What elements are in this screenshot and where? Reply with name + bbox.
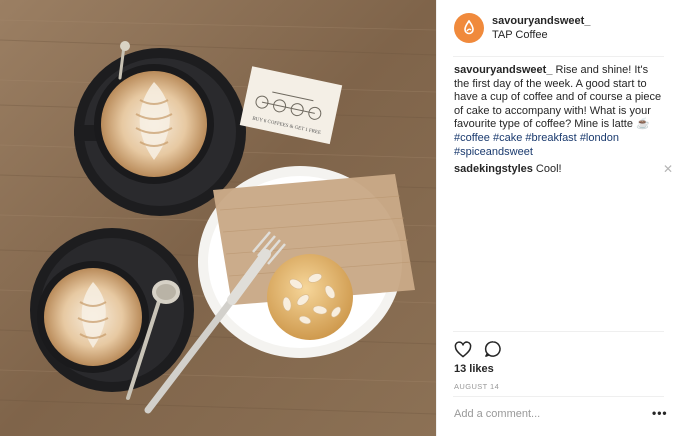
comments-section: savouryandsweet_ Rise and shine! It's th…: [454, 64, 673, 177]
hashtag-london[interactable]: #london: [580, 132, 619, 144]
hashtag-cake[interactable]: #cake: [493, 132, 522, 144]
logo-icon: [464, 20, 474, 35]
post-photo[interactable]: BUY 6 COFFEES & GET 1 FREE: [0, 0, 436, 436]
likes-count[interactable]: 13 likes: [454, 363, 494, 375]
comment-username[interactable]: sadekingstyles: [454, 163, 533, 175]
username-link[interactable]: savouryandsweet_: [492, 15, 590, 28]
post-sidebar: savouryandsweet_ TAP Coffee savouryandsw…: [436, 0, 680, 436]
avatar[interactable]: [454, 13, 484, 43]
post-date: AUGUST 14: [454, 382, 500, 391]
divider: [453, 396, 664, 397]
post-header: savouryandsweet_ TAP Coffee: [437, 0, 680, 56]
comment-icon[interactable]: [484, 340, 502, 358]
caption: savouryandsweet_ Rise and shine! It's th…: [454, 64, 664, 159]
more-options-icon[interactable]: •••: [652, 406, 668, 420]
caption-username[interactable]: savouryandsweet_: [454, 64, 552, 76]
add-comment-input[interactable]: Add a comment...: [454, 408, 540, 420]
heart-icon[interactable]: [454, 340, 472, 358]
location-link[interactable]: TAP Coffee: [492, 29, 590, 42]
comment-text: Cool!: [532, 163, 562, 176]
delete-comment-icon[interactable]: ✕: [663, 163, 673, 176]
divider: [453, 331, 664, 332]
hashtag-breakfast[interactable]: #breakfast: [525, 132, 576, 144]
divider: [453, 56, 664, 57]
photo-illustration: BUY 6 COFFEES & GET 1 FREE: [0, 0, 436, 436]
hashtag-spiceandsweet[interactable]: #spiceandsweet: [454, 146, 533, 158]
hashtag-coffee[interactable]: #coffee: [454, 132, 490, 144]
almond-tart: [267, 254, 353, 340]
comment: sadekingstyles Cool! ✕: [454, 163, 673, 177]
action-bar: [454, 339, 502, 359]
